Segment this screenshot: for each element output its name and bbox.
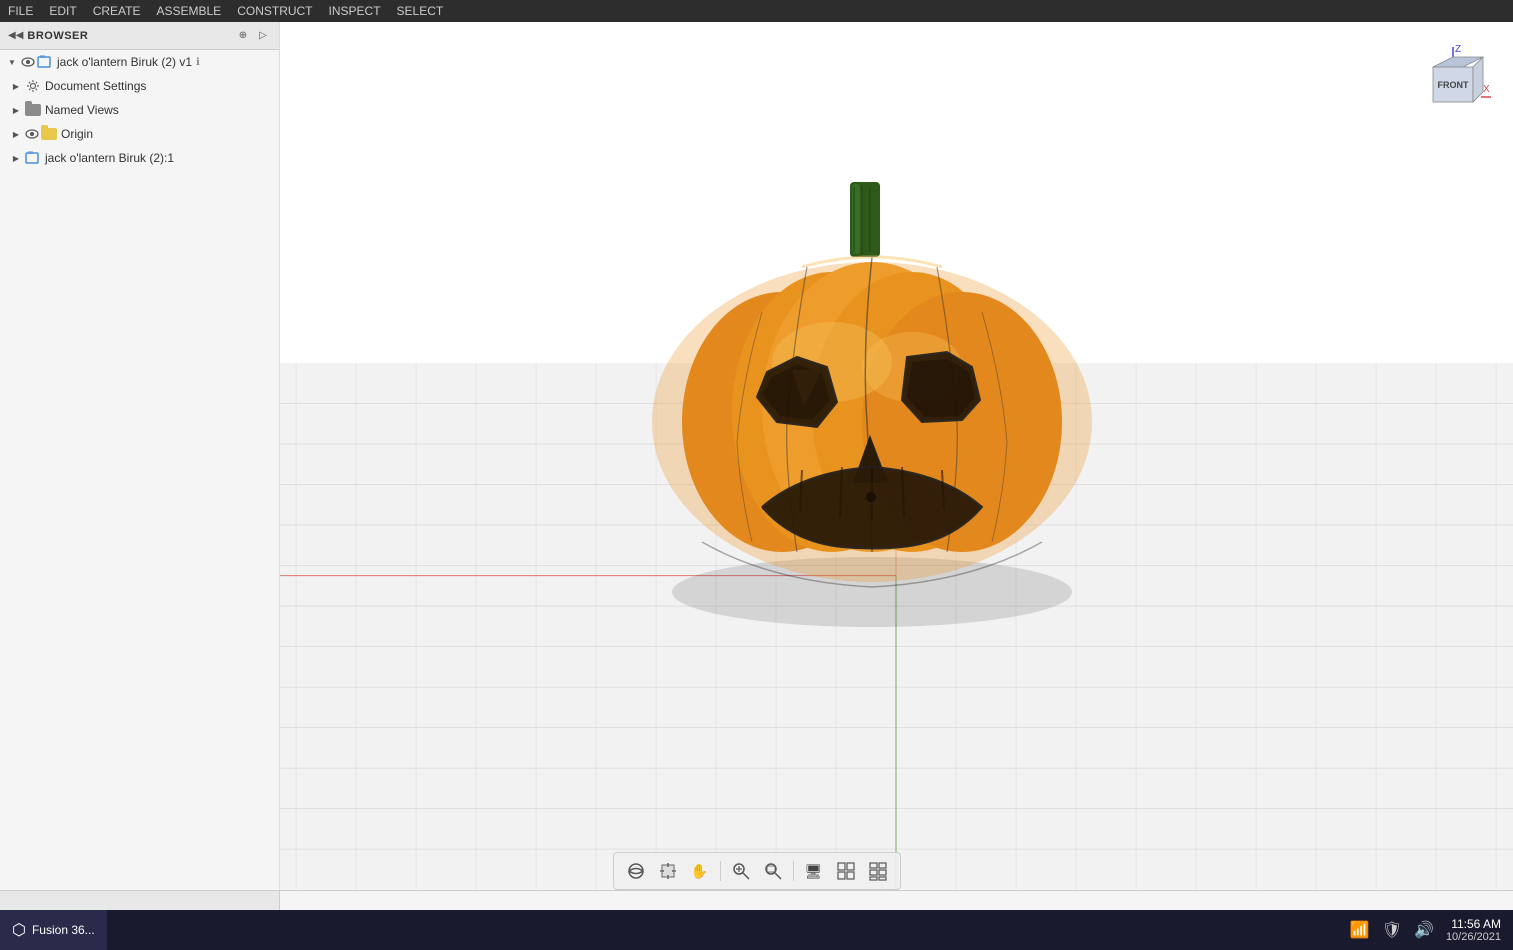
browser-collapse-icon[interactable]: ◀◀	[8, 30, 23, 41]
menu-select[interactable]: SELECT	[397, 4, 444, 18]
taskbar-app-label: Fusion 36...	[32, 923, 95, 937]
toolbar-zoom-window-btn[interactable]	[759, 857, 787, 885]
menu-inspect[interactable]: INSPECT	[329, 4, 381, 18]
svg-text:X: X	[1483, 84, 1490, 95]
viewport[interactable]: Z X FRONT	[280, 22, 1513, 890]
taskbar-network-icon[interactable]: 📶	[1350, 920, 1370, 940]
component-arrow[interactable]	[8, 150, 24, 166]
toolbar-display-btn[interactable]: 🖥	[800, 857, 828, 885]
named-views-label: Named Views	[45, 103, 119, 117]
tree-root-item[interactable]: jack o'lantern Biruk (2) v1 ℹ	[0, 50, 279, 74]
taskbar-fusion-app[interactable]: ⬡ Fusion 36...	[0, 910, 107, 950]
toolbar-orbit-btn[interactable]	[622, 857, 650, 885]
tree-doc-settings[interactable]: Document Settings	[8, 74, 279, 98]
tree-origin[interactable]: Origin	[8, 122, 279, 146]
component-label: jack o'lantern Biruk (2):1	[45, 151, 174, 165]
taskbar-clock[interactable]: 11:56 AM 10/26/2021	[1446, 917, 1501, 943]
root-collapse-arrow[interactable]	[4, 54, 20, 70]
doc-settings-gear-icon	[24, 77, 42, 95]
component-icon	[24, 149, 42, 167]
menu-create[interactable]: CREATE	[93, 4, 141, 18]
toolbar-sep1	[720, 861, 721, 881]
origin-arrow[interactable]	[8, 126, 24, 142]
taskbar-app-icon: ⬡	[12, 920, 26, 940]
toolbar-sep2	[793, 861, 794, 881]
pumpkin-model	[622, 152, 1122, 652]
root-component-icon	[36, 53, 54, 71]
taskbar-security-icon[interactable]: 🛡	[1382, 920, 1402, 940]
root-item-label: jack o'lantern Biruk (2) v1	[57, 55, 192, 69]
origin-label: Origin	[61, 127, 93, 141]
root-eye-icon[interactable]	[20, 54, 36, 70]
browser-header: ◀◀ BROWSER ⊕ ▷	[0, 22, 279, 50]
doc-settings-arrow[interactable]	[8, 78, 24, 94]
toolbar-zoom-btn[interactable]	[727, 857, 755, 885]
browser-expand-icon[interactable]: ▷	[255, 28, 271, 44]
main-layout: ◀◀ BROWSER ⊕ ▷ jac	[0, 22, 1513, 950]
toolbar-hand-btn[interactable]: ✋	[686, 857, 714, 885]
svg-text:FRONT: FRONT	[1438, 80, 1469, 90]
browser-title: BROWSER	[27, 30, 235, 42]
taskbar: ⬡ Fusion 36... 📶 🛡 🔊 11:56 AM 10/26/2021	[0, 910, 1513, 950]
menu-bar: FILE EDIT CREATE ASSEMBLE CONSTRUCT INSP…	[0, 0, 1513, 22]
tree-named-views[interactable]: Named Views	[8, 98, 279, 122]
root-info-icon[interactable]: ℹ	[196, 57, 200, 68]
taskbar-date: 10/26/2021	[1446, 931, 1501, 943]
toolbar-more-btn[interactable]	[864, 857, 892, 885]
toolbar-grid-btn[interactable]	[832, 857, 860, 885]
browser-settings-icon[interactable]: ⊕	[235, 28, 251, 44]
browser-icons: ⊕ ▷	[235, 28, 271, 44]
tree-component[interactable]: jack o'lantern Biruk (2):1	[8, 146, 279, 170]
bottom-toolbar: ✋ 🖥	[613, 852, 901, 890]
taskbar-right: 📶 🛡 🔊 11:56 AM 10/26/2021	[1338, 917, 1513, 943]
view-cube[interactable]: Z X FRONT	[1413, 42, 1493, 122]
origin-folder-icon	[40, 125, 58, 143]
menu-file[interactable]: FILE	[8, 4, 33, 18]
svg-text:Z: Z	[1455, 44, 1461, 55]
taskbar-volume-icon[interactable]: 🔊	[1414, 920, 1434, 940]
browser-panel: ◀◀ BROWSER ⊕ ▷ jac	[0, 22, 280, 890]
origin-eye-icon[interactable]	[24, 126, 40, 142]
menu-assemble[interactable]: ASSEMBLE	[156, 4, 221, 18]
menu-edit[interactable]: EDIT	[49, 4, 76, 18]
taskbar-time: 11:56 AM	[1446, 917, 1501, 931]
menu-construct[interactable]: CONSTRUCT	[237, 4, 312, 18]
named-views-arrow[interactable]	[8, 102, 24, 118]
toolbar-pan-btn[interactable]	[654, 857, 682, 885]
doc-settings-label: Document Settings	[45, 79, 146, 93]
named-views-folder-icon	[24, 101, 42, 119]
